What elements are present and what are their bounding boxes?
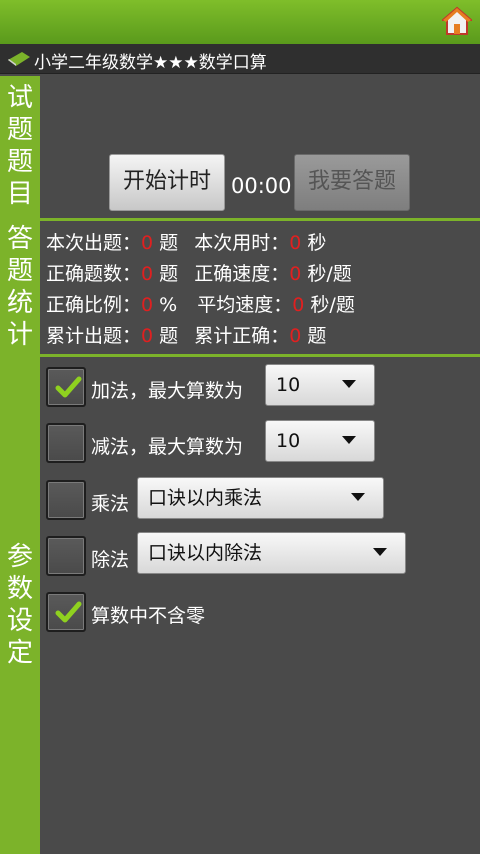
answer-button[interactable]: 我要答题 [294,154,410,211]
section-label-char: 参 [6,542,33,572]
stat-label: 本次用时： [194,232,290,254]
section-label-char: 数 [6,574,33,604]
stats-panel: 本次出题：0 题 本次用时：0 秒 正确题数：0 题 正确速度：0 秒/题 正确… [40,221,480,354]
stat-value: 0 [141,325,154,347]
stat-unit: 秒/题 [307,263,352,285]
addition-checkbox[interactable] [46,367,86,407]
multiplication-range-select[interactable]: 口诀以内乘法 [137,477,384,519]
check-icon [55,601,82,623]
stat-label: 正确速度： [194,263,290,285]
stats-row: 本次出题：0 题 本次用时：0 秒 [46,228,326,258]
section-label-questions: 试 题 题 目 [0,76,40,218]
section-label-char: 定 [6,638,33,668]
addition-label: 加法，最大算数为 [91,380,244,402]
section-label-char: 题 [6,147,33,177]
stat-value: 0 [292,294,305,316]
division-label: 除法 [91,549,130,571]
start-timer-button[interactable]: 开始计时 [109,154,225,211]
top-bar [0,0,480,44]
chevron-down-icon [342,380,356,388]
timer-display: 00:00 [231,174,292,198]
subtraction-max-value: 10 [276,430,301,452]
no-zero-checkbox[interactable] [46,592,86,632]
multiplication-label: 乘法 [91,493,130,515]
section-label-stats: 答 题 统 计 [0,221,40,354]
section-label-char: 目 [6,179,33,209]
stat-value: 0 [289,325,302,347]
stat-unit: 题 [159,232,179,254]
no-zero-label: 算数中不含零 [91,605,206,627]
check-icon [55,376,82,398]
multiplication-range-value: 口诀以内乘法 [148,487,263,509]
stat-label: 正确比例： [46,294,142,316]
stats-row: 累计出题：0 题 累计正确：0 题 [46,321,326,351]
stats-row: 正确题数：0 题 正确速度：0 秒/题 [46,259,352,289]
addition-max-value: 10 [276,374,301,396]
stat-unit: 题 [159,325,179,347]
stat-label: 累计正确： [194,325,290,347]
stat-unit: 题 [307,325,327,347]
addition-max-select[interactable]: 10 [265,364,375,406]
stat-value: 0 [141,263,154,285]
stat-label: 累计出题： [46,325,142,347]
stat-unit: % [159,294,178,316]
section-label-char: 试 [6,83,33,113]
section-label-char: 答 [6,224,33,254]
home-button[interactable] [440,6,474,36]
stat-unit: 秒 [307,232,327,254]
book-icon [8,52,30,66]
home-icon [440,6,474,35]
settings-panel: 加法，最大算数为 10 减法，最大算数为 10 乘法 口诀以内乘法 除法 口诀以… [40,357,480,854]
title-bar: 小学二年级数学★★★数学口算 [0,44,480,74]
chevron-down-icon [351,493,365,501]
stat-unit: 题 [159,263,179,285]
subtraction-label: 减法，最大算数为 [91,436,244,458]
stat-label: 平均速度： [197,294,293,316]
section-label-char: 计 [6,320,33,350]
stat-value: 0 [289,232,302,254]
section-label-char: 题 [6,115,33,145]
multiplication-checkbox[interactable] [46,480,86,520]
chevron-down-icon [373,548,387,556]
division-range-select[interactable]: 口诀以内除法 [137,532,406,574]
questions-panel: 开始计时 00:00 我要答题 [40,76,480,218]
app-title: 小学二年级数学★★★数学口算 [34,53,267,73]
section-label-char: 设 [6,606,33,636]
stat-label: 本次出题： [46,232,142,254]
stats-row: 正确比例：0 % 平均速度：0 秒/题 [46,290,355,320]
stat-value: 0 [141,294,154,316]
stat-value: 0 [289,263,302,285]
division-checkbox[interactable] [46,536,86,576]
stat-value: 0 [141,232,154,254]
chevron-down-icon [342,436,356,444]
section-label-char: 统 [6,288,33,318]
subtraction-checkbox[interactable] [46,423,86,463]
stat-unit: 秒/题 [310,294,355,316]
division-range-value: 口诀以内除法 [148,542,263,564]
stat-label: 正确题数： [46,263,142,285]
subtraction-max-select[interactable]: 10 [265,420,375,462]
section-label-settings: 参 数 设 定 [0,357,40,854]
section-label-char: 题 [6,256,33,286]
